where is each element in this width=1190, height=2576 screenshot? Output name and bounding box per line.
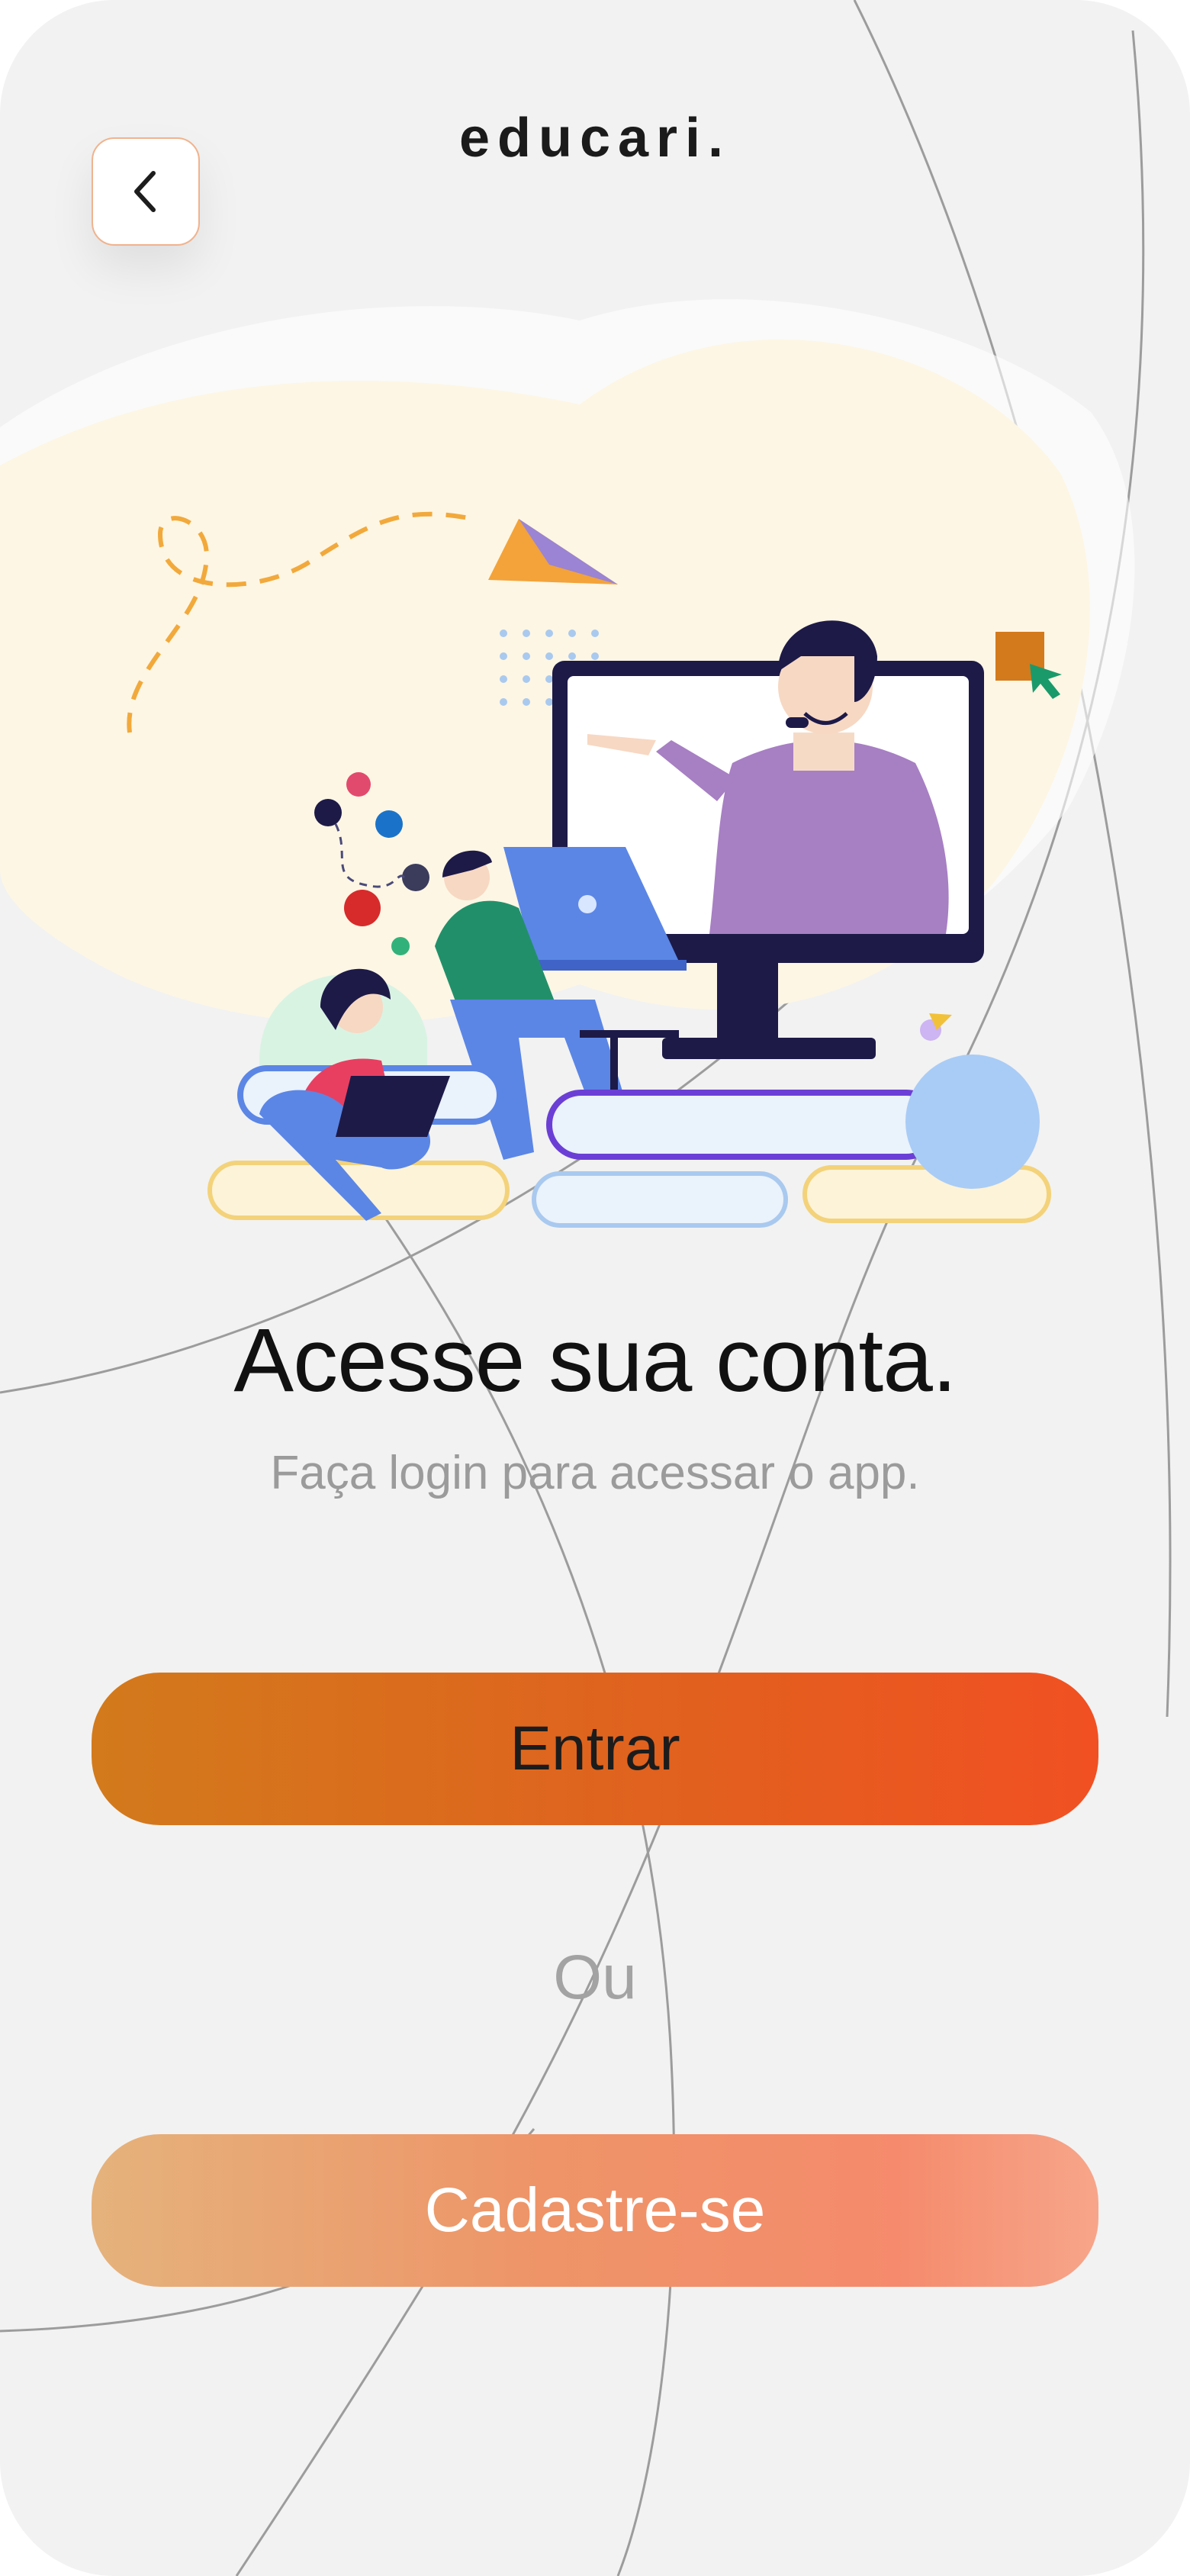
or-separator: Ou (553, 1943, 637, 2012)
login-button-label: Entrar (510, 1714, 680, 1783)
signup-button-label: Cadastre-se (424, 2175, 766, 2245)
page-subtitle: Faça login para acessar o app. (270, 1447, 920, 1499)
signup-button[interactable]: Cadastre-se (92, 2134, 1098, 2287)
login-button[interactable]: Entrar (92, 1673, 1098, 1825)
login-screen: educari. Acesse sua conta. Faça login pa… (0, 0, 1190, 2576)
page-title: Acesse sua conta. (233, 1310, 957, 1411)
chevron-left-icon (134, 171, 156, 212)
app-logo: educari. (458, 108, 732, 169)
online-education-illustration (0, 299, 1135, 1228)
